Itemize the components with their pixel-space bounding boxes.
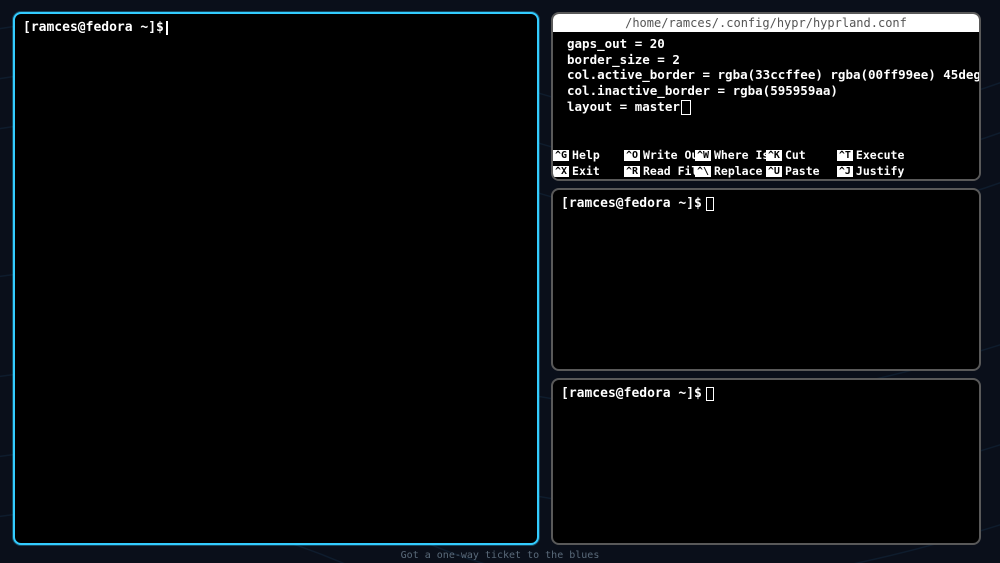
shortcut-key: ^J (837, 166, 853, 177)
shortcut-label: Where Is (714, 148, 769, 162)
terminal-window-left[interactable]: [ramces@fedora ~]$ (13, 12, 539, 545)
terminal-window-mid[interactable]: [ramces@fedora ~]$ (551, 188, 981, 371)
shortcut-key: ^G (553, 150, 569, 161)
shortcut-execute[interactable]: ^T Execute (837, 147, 908, 163)
shortcut-key: ^W (695, 150, 711, 161)
prompt-text: [ramces@fedora ~]$ (23, 20, 164, 35)
shortcut-label: Exit (572, 164, 600, 178)
shortcut-label: Justify (856, 164, 904, 178)
config-line: gaps_out = 20 (567, 36, 965, 52)
config-line: border_size = 2 (567, 52, 965, 68)
shortcut-label: Paste (785, 164, 820, 178)
cursor-icon (706, 387, 714, 401)
shortcut-key: ^U (766, 166, 782, 177)
nano-titlebar: /home/ramces/.config/hypr/hyprland.conf (553, 14, 979, 32)
shortcut-exit[interactable]: ^X Exit (553, 163, 624, 179)
prompt-text: [ramces@fedora ~]$ (561, 196, 702, 211)
shortcut-key: ^O (624, 150, 640, 161)
shell-prompt-left[interactable]: [ramces@fedora ~]$ (15, 14, 537, 41)
shortcut-help[interactable]: ^G Help (553, 147, 624, 163)
shortcut-label: Replace (714, 164, 762, 178)
shortcut-paste[interactable]: ^U Paste (766, 163, 837, 179)
shortcut-key: ^T (837, 150, 853, 161)
config-line-cursor: layout = master (567, 99, 965, 115)
nano-content[interactable]: gaps_out = 20 border_size = 2 col.active… (553, 32, 979, 119)
config-line: col.inactive_border = rgba(595959aa) (567, 83, 965, 99)
shortcut-replace[interactable]: ^\ Replace (695, 163, 766, 179)
shortcut-label: Help (572, 148, 600, 162)
shortcut-readfile[interactable]: ^R Read File (624, 163, 695, 179)
shortcut-key: ^K (766, 150, 782, 161)
config-line: col.active_border = rgba(33ccffee) rgba(… (567, 67, 965, 83)
prompt-text: [ramces@fedora ~]$ (561, 386, 702, 401)
terminal-window-bot[interactable]: [ramces@fedora ~]$ (551, 378, 981, 545)
shortcut-whereis[interactable]: ^W Where Is (695, 147, 766, 163)
cursor-icon (706, 197, 714, 211)
shortcut-writeout[interactable]: ^O Write Out (624, 147, 695, 163)
cursor-icon (166, 21, 168, 35)
shortcut-key: ^\ (695, 166, 711, 177)
shortcut-justify[interactable]: ^J Justify (837, 163, 908, 179)
shell-prompt-bot[interactable]: [ramces@fedora ~]$ (553, 380, 979, 407)
shortcut-label: Execute (856, 148, 904, 162)
shortcut-label: Cut (785, 148, 806, 162)
shell-prompt-mid[interactable]: [ramces@fedora ~]$ (553, 190, 979, 217)
terminal-window-nano[interactable]: /home/ramces/.config/hypr/hyprland.conf … (551, 12, 981, 181)
nano-shortcut-bar: ^G Help ^X Exit ^O Write Out ^R Read Fil… (553, 147, 979, 179)
shortcut-cut[interactable]: ^K Cut (766, 147, 837, 163)
shortcut-key: ^R (624, 166, 640, 177)
footer-text: Got a one-way ticket to the blues (401, 550, 600, 561)
shortcut-key: ^X (553, 166, 569, 177)
